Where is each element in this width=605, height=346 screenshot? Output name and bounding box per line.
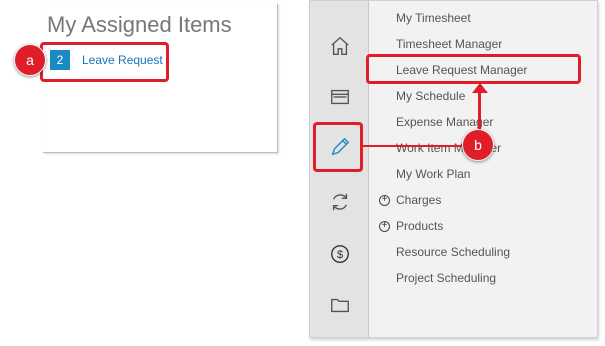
arrow-head-icon [472, 83, 488, 93]
menu-item-products[interactable]: + Products [379, 219, 443, 233]
home-icon[interactable] [329, 35, 351, 57]
expand-icon[interactable]: + [379, 221, 390, 233]
menu-item-label: Products [396, 219, 444, 233]
svg-text:$: $ [337, 249, 343, 261]
menu-item-project-scheduling[interactable]: Project Scheduling [396, 271, 496, 285]
folder-icon[interactable] [329, 294, 351, 316]
arrow-shaft [478, 90, 481, 131]
callout-b: b [462, 129, 494, 161]
menu-item-my-work-plan[interactable]: My Work Plan [396, 167, 470, 181]
menu-item-my-timesheet[interactable]: My Timesheet [396, 11, 471, 25]
assigned-items-title: My Assigned Items [47, 12, 232, 37]
menu-item-label: Charges [396, 193, 442, 207]
refresh-icon[interactable] [329, 191, 351, 213]
menu-item-charges[interactable]: + Charges [379, 193, 441, 207]
menu-item-resource-scheduling[interactable]: Resource Scheduling [396, 245, 510, 259]
module-menu: My Timesheet Timesheet Manager Leave Req… [369, 1, 597, 337]
dollar-icon[interactable]: $ [329, 243, 351, 265]
highlight-box-a [40, 42, 169, 82]
connector-line [362, 145, 466, 147]
callout-a: a [14, 44, 46, 76]
highlight-box-pencil [313, 122, 363, 172]
expand-icon[interactable]: + [379, 195, 390, 207]
highlight-box-b [366, 54, 581, 84]
menu-item-timesheet-manager[interactable]: Timesheet Manager [396, 37, 502, 51]
window-icon[interactable] [329, 86, 351, 108]
menu-item-my-schedule[interactable]: My Schedule [396, 89, 465, 103]
